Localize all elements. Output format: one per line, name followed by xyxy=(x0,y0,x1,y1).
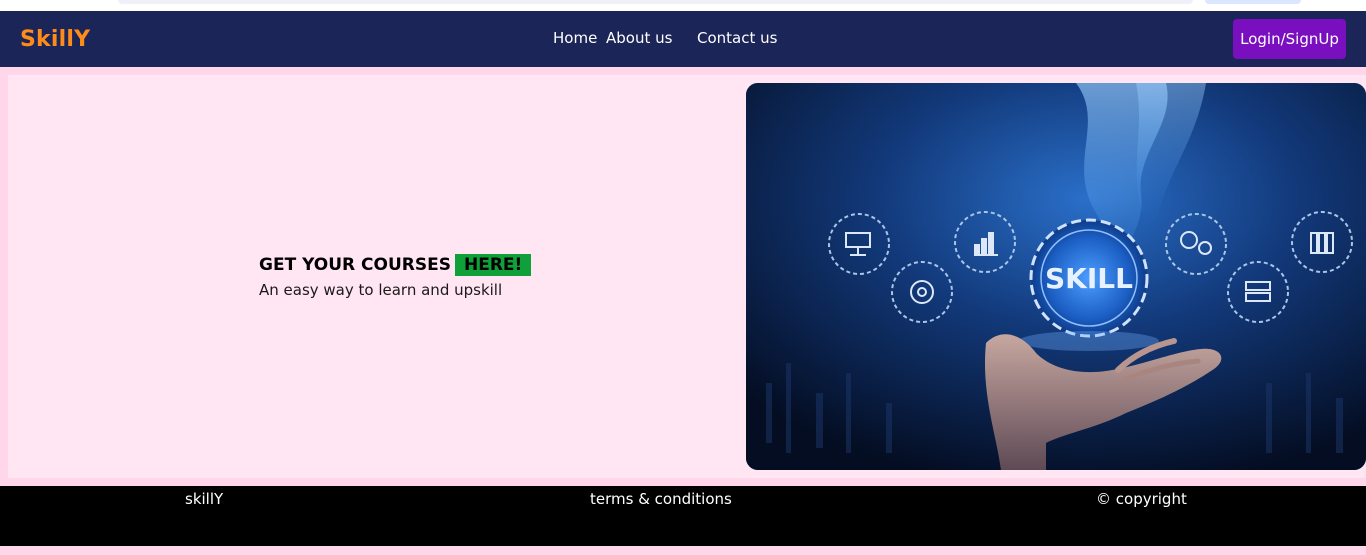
nav-home-link[interactable]: Home xyxy=(553,29,597,47)
browser-top-strip xyxy=(0,0,1366,11)
footer-brand: skillY xyxy=(185,490,224,508)
browser-button-edge xyxy=(1205,0,1301,4)
login-signup-button[interactable]: Login/SignUp xyxy=(1233,19,1346,59)
address-bar-edge xyxy=(118,0,1193,4)
footer: skillY terms & conditions © copyright xyxy=(0,486,1366,546)
terms-link[interactable]: terms & conditions xyxy=(590,490,732,508)
nav-contact-link[interactable]: Contact us xyxy=(697,29,777,47)
navbar: SkillY Home About us Contact us Login/Si… xyxy=(0,11,1366,67)
hero-skill-image: SKILL xyxy=(746,83,1366,470)
brand-logo[interactable]: SkillY xyxy=(20,27,90,52)
hero-title: GET YOUR COURSES HERE! xyxy=(259,254,532,276)
copyright-text: © copyright xyxy=(1096,490,1187,508)
hero-highlight: HERE! xyxy=(454,254,532,276)
hero-title-text: GET YOUR COURSES xyxy=(259,255,451,275)
skill-orb-text: SKILL xyxy=(1045,262,1133,295)
hero-text: GET YOUR COURSES HERE! An easy way to le… xyxy=(259,254,532,299)
hero-subtitle: An easy way to learn and upskill xyxy=(259,281,503,299)
nav-about-link[interactable]: About us xyxy=(606,29,672,47)
